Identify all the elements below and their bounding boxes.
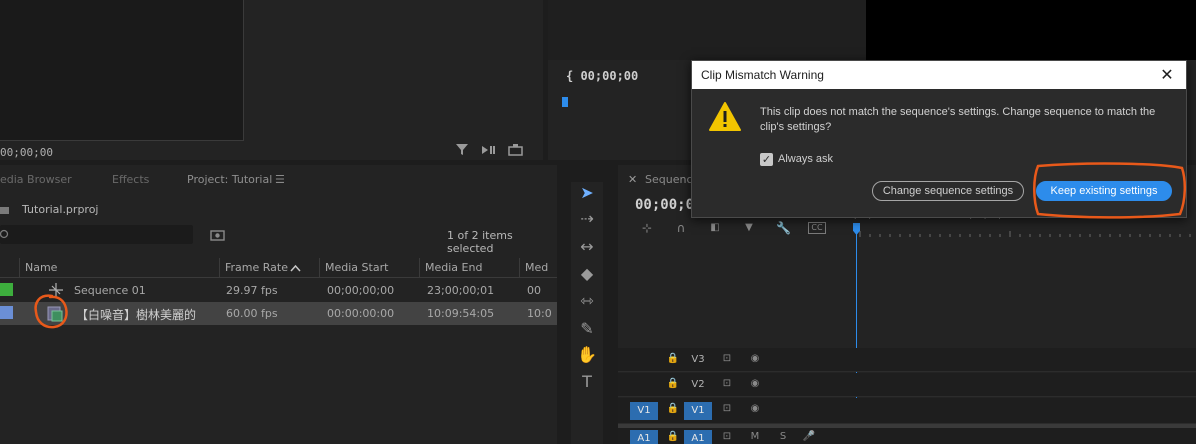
type-tool-icon[interactable]: T (576, 371, 598, 393)
add-marker-icon[interactable]: ◧ (708, 221, 722, 235)
eye-icon[interactable]: ◉ (748, 402, 762, 416)
source-timecode: 00;00;00 (0, 146, 53, 159)
annotation-circle (34, 294, 68, 329)
selection-status: 1 of 2 items selected (447, 229, 513, 255)
column-frame-rate-label: Frame Rate (225, 261, 288, 274)
solo-button[interactable]: S (776, 430, 790, 444)
snap-icon[interactable]: ⊹ (640, 221, 654, 235)
track-v1: V1 🔒 V1 ⊡ ◉ (618, 398, 1196, 424)
program-timecode: { 00;00;00 (566, 69, 639, 83)
column-media-duration[interactable]: Med (519, 258, 557, 278)
time-ruler[interactable] (850, 225, 1196, 241)
item-media-duration: 00 (527, 284, 541, 297)
marker-icon[interactable]: ▼ (742, 221, 756, 235)
eye-icon[interactable]: ◉ (748, 352, 762, 366)
track-v3: 🔒 V3 ⊡ ◉ (618, 348, 1196, 372)
list-item[interactable]: Sequence 01 29.97 fps 00;00;00;00 23;00;… (0, 279, 557, 302)
hand-tool-icon[interactable]: ✋ (576, 344, 598, 366)
list-item[interactable]: 【白噪音】樹林美麗的 60.00 fps 00:00:00:00 10:09:5… (0, 302, 557, 325)
linked-selection-icon[interactable]: ∩ (674, 221, 688, 235)
sync-lock-icon[interactable]: ⊡ (720, 402, 734, 416)
sort-ascending-icon (290, 264, 301, 272)
label-color-swatch (0, 306, 13, 319)
column-media-end[interactable]: Media End (419, 258, 519, 278)
column-media-start[interactable]: Media Start (319, 258, 419, 278)
annotation-highlight (1033, 162, 1186, 219)
program-playhead[interactable] (562, 97, 568, 107)
timeline-timecode[interactable]: 00;00;0 (635, 197, 694, 213)
camera-icon[interactable] (507, 142, 525, 158)
tab-media-browser[interactable]: edia Browser (0, 173, 72, 186)
always-ask-checkbox[interactable]: ✓ (760, 153, 773, 166)
search-icon (0, 229, 9, 239)
column-header-row: Name Frame Rate Media Start Media End Me… (0, 258, 557, 278)
track-a1: A1 🔒 A1 ⊡ M S 🎤 (618, 428, 1196, 444)
close-icon[interactable]: ✕ (1156, 64, 1178, 86)
dialog-title: Clip Mismatch Warning (701, 68, 824, 82)
captions-icon[interactable]: CC (808, 222, 826, 234)
item-name: Sequence 01 (74, 284, 146, 297)
close-tab-icon[interactable]: ✕ (628, 173, 637, 186)
slip-tool-icon[interactable]: ⇿ (576, 290, 598, 312)
project-search-input[interactable] (0, 225, 193, 244)
filter-icon[interactable] (454, 142, 472, 158)
warning-triangle-icon (709, 102, 741, 131)
track-target-v3[interactable]: V3 (684, 351, 712, 369)
tools-panel: ➤ ⇢ ↔ ◆ ⇿ ✎ ✋ T (571, 182, 603, 444)
source-video-frame (0, 0, 244, 141)
source-monitor: 00;00;00 (0, 0, 543, 160)
panel-menu-icon[interactable]: ☰ (275, 173, 285, 186)
eye-icon[interactable]: ◉ (748, 377, 762, 391)
item-media-end: 23;00;00;01 (427, 284, 495, 297)
lock-icon[interactable]: 🔒 (666, 377, 680, 391)
program-video-area (866, 0, 1196, 60)
mute-button[interactable]: M (748, 430, 762, 444)
source-patch-a1[interactable]: A1 (630, 430, 658, 444)
always-ask-label: Always ask (778, 153, 834, 165)
item-frame-rate: 29.97 fps (226, 284, 278, 297)
folder-icon (0, 207, 9, 214)
item-media-start: 00:00:00:00 (327, 307, 395, 320)
track-v2: 🔒 V2 ⊡ ◉ (618, 373, 1196, 397)
microphone-icon[interactable]: 🎤 (802, 430, 816, 444)
project-panel: edia Browser Effects Project: Tutorial ☰… (0, 165, 557, 444)
change-sequence-settings-button[interactable]: Change sequence settings (872, 181, 1024, 201)
razor-tool-icon[interactable]: ◆ (576, 263, 598, 285)
item-media-duration: 10:0 (527, 307, 552, 320)
wrench-icon[interactable]: 🔧 (776, 221, 791, 235)
dialog-titlebar[interactable]: Clip Mismatch Warning (692, 61, 1186, 89)
track-target-v2[interactable]: V2 (684, 376, 712, 394)
track-target-v1[interactable]: V1 (684, 402, 712, 420)
ruler-ticks (859, 231, 1191, 237)
dialog-message: This clip does not match the sequence's … (760, 106, 1156, 133)
item-frame-rate: 60.00 fps (226, 307, 278, 320)
track-select-tool-icon[interactable]: ⇢ (576, 208, 598, 230)
item-name: 【白噪音】樹林美麗的 (76, 308, 197, 322)
column-frame-rate[interactable]: Frame Rate (219, 258, 319, 278)
item-media-end: 10:09:54:05 (427, 307, 495, 320)
sync-lock-icon[interactable]: ⊡ (720, 377, 734, 391)
label-color-swatch (0, 283, 13, 296)
column-name[interactable]: Name (19, 258, 219, 278)
program-video-frame (548, 0, 866, 60)
project-file-name: Tutorial.prproj (22, 203, 99, 216)
lock-icon[interactable]: 🔒 (666, 430, 680, 444)
ripple-edit-tool-icon[interactable]: ↔ (576, 236, 598, 258)
new-bin-icon[interactable] (209, 228, 227, 242)
sync-lock-icon[interactable]: ⊡ (720, 430, 734, 444)
tab-project[interactable]: Project: Tutorial (187, 173, 272, 186)
item-media-start: 00;00;00;00 (327, 284, 395, 297)
lock-icon[interactable]: 🔒 (666, 352, 680, 366)
source-patch-v1[interactable]: V1 (630, 402, 658, 420)
lock-icon[interactable]: 🔒 (666, 402, 680, 416)
pen-tool-icon[interactable]: ✎ (576, 318, 598, 340)
selection-tool-icon[interactable]: ➤ (576, 182, 598, 204)
tab-effects[interactable]: Effects (112, 173, 149, 186)
sync-lock-icon[interactable]: ⊡ (720, 352, 734, 366)
export-frame-icon[interactable] (480, 142, 498, 158)
track-target-a1[interactable]: A1 (684, 430, 712, 444)
